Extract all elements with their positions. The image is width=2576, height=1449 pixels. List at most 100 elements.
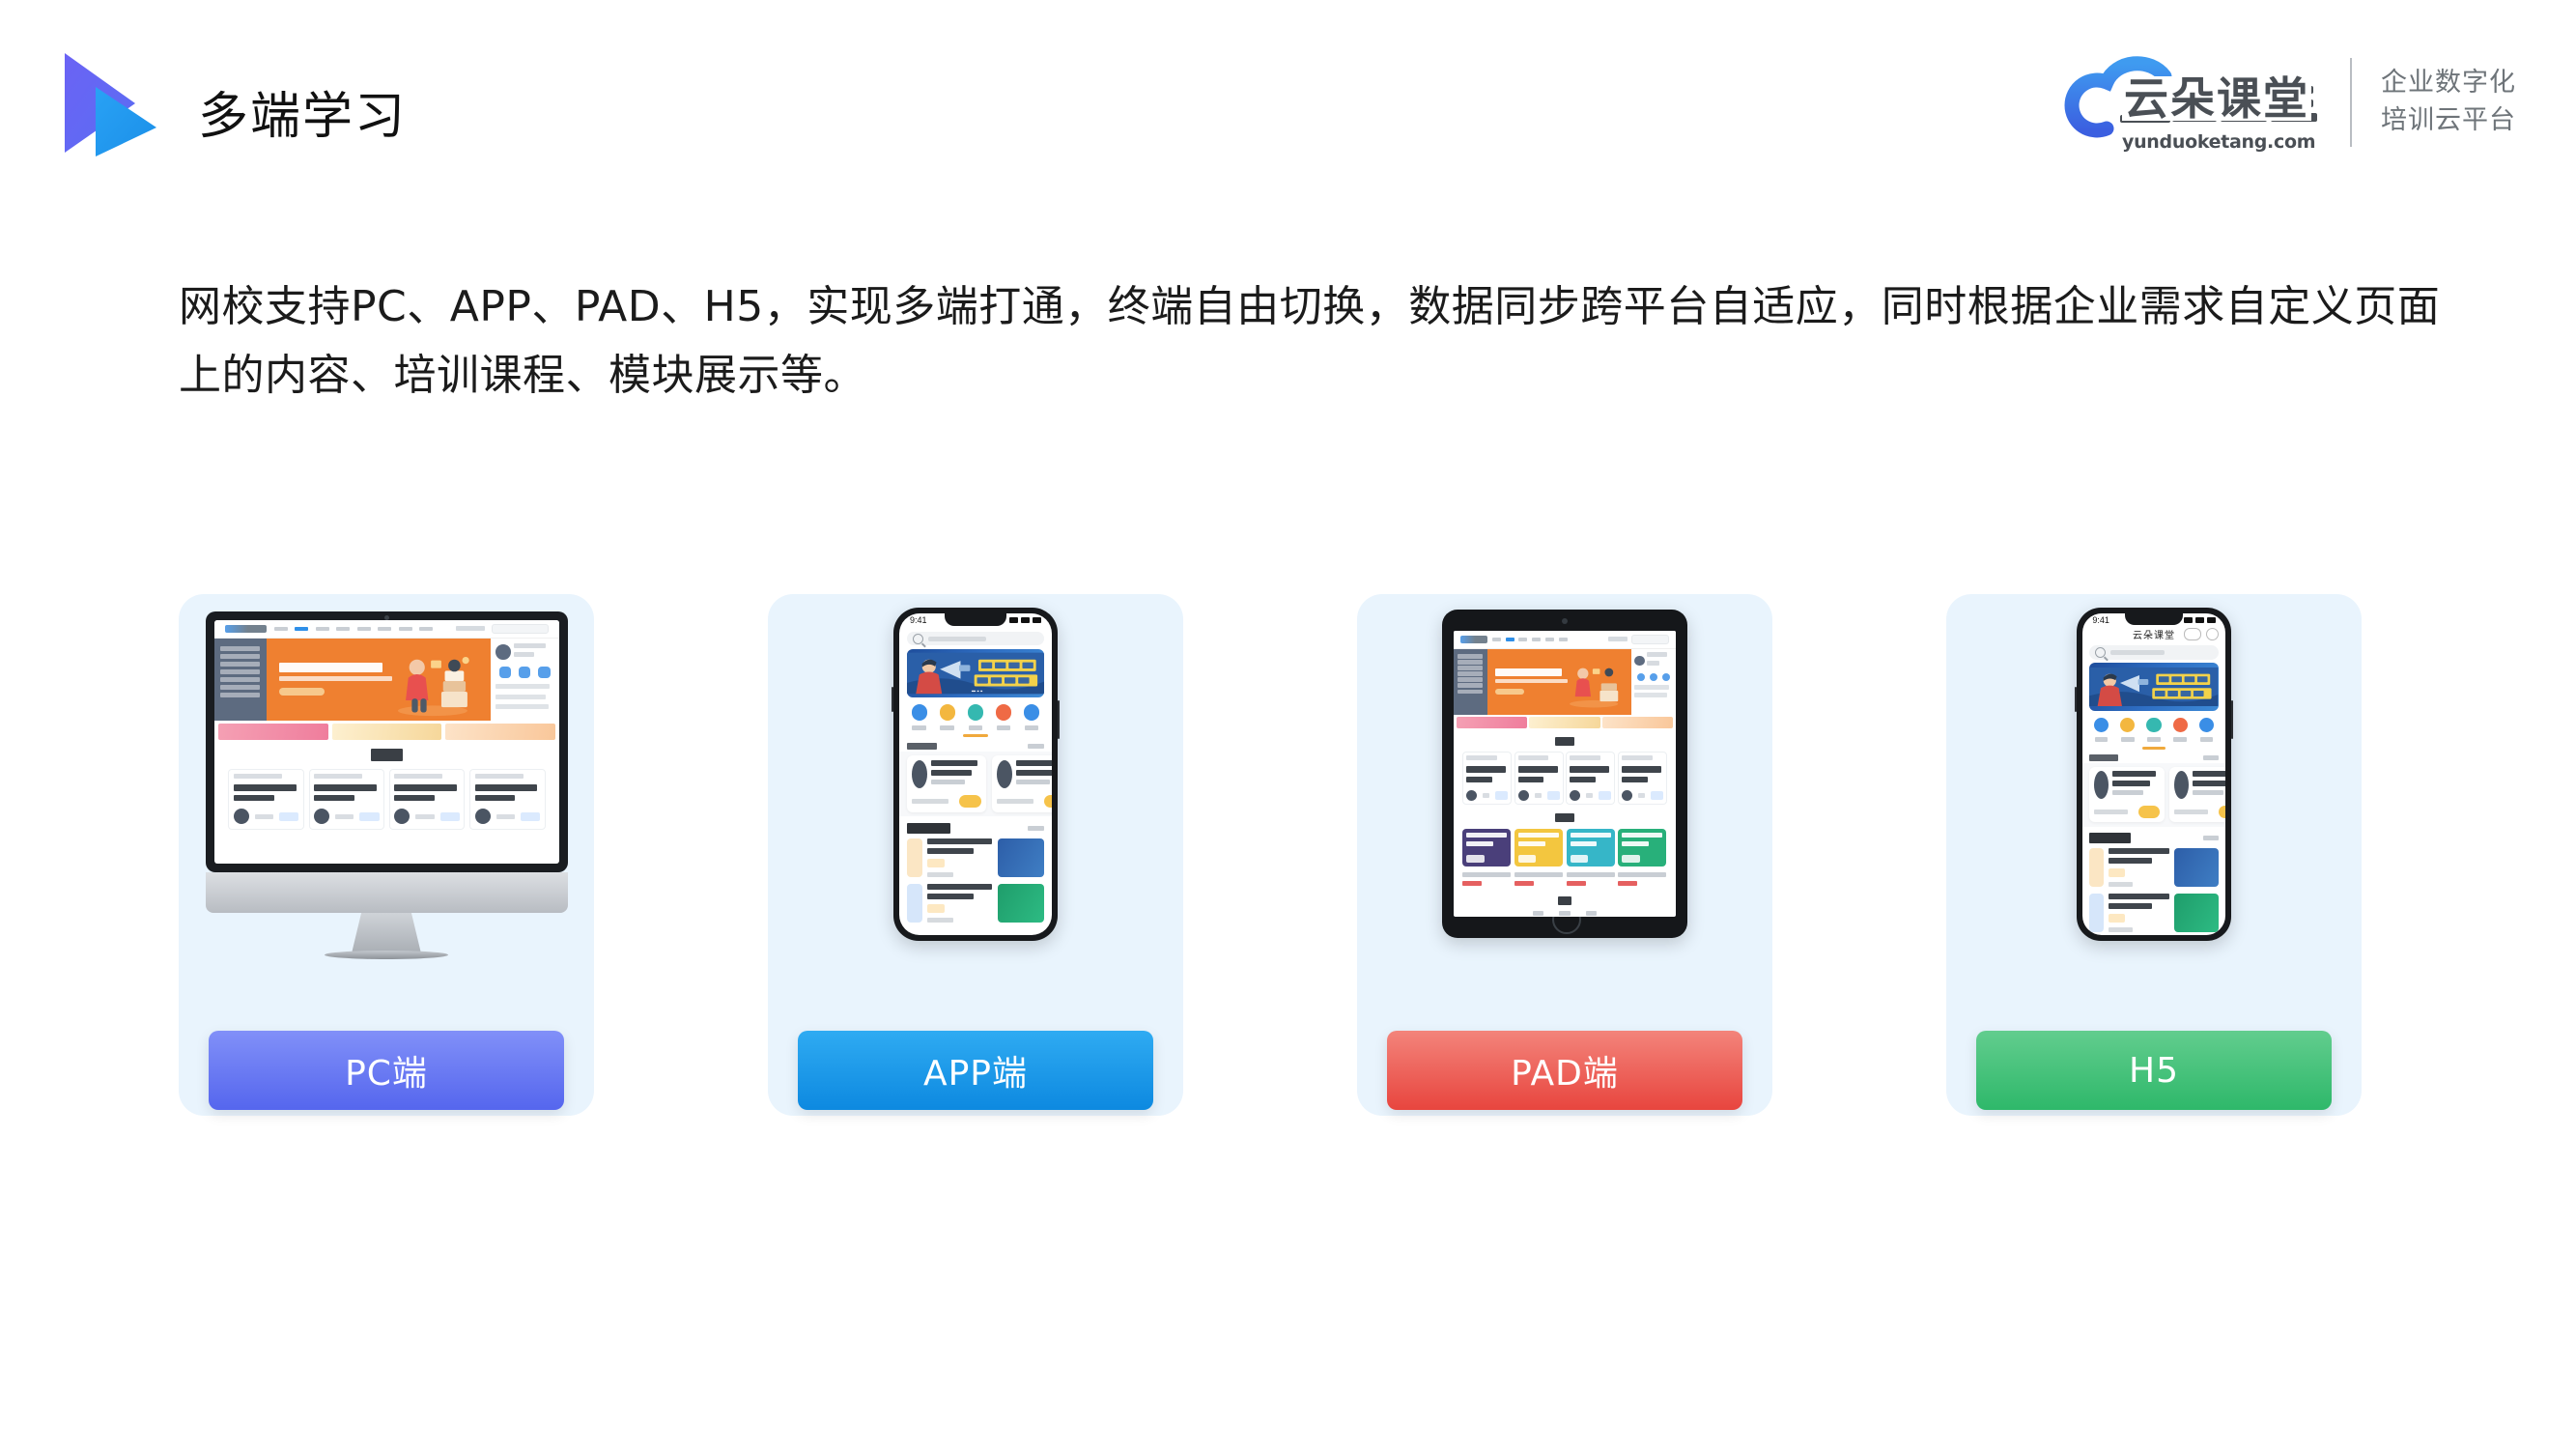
app-recommend-item[interactable]	[906, 838, 1045, 878]
h5-category-item[interactable]	[2169, 717, 2192, 743]
app-recommend-item[interactable]	[906, 884, 1045, 923]
h5-capsule-menu[interactable]	[2183, 627, 2219, 640]
pc-hero-banner[interactable]	[266, 638, 491, 722]
pc-course-list[interactable]	[214, 768, 559, 837]
card-h5[interactable]: 9:41 云朵课堂 H5	[1946, 594, 2362, 1116]
pc-quick-actions[interactable]	[495, 667, 554, 679]
h5-search-bar[interactable]	[2089, 645, 2219, 660]
pc-nav-item[interactable]	[356, 626, 371, 632]
pc-nav-download-app[interactable]	[455, 626, 485, 632]
app-open-course-card[interactable]	[906, 755, 987, 812]
pad-nav-item[interactable]	[1545, 637, 1555, 642]
pad-course-card[interactable]	[1514, 751, 1564, 805]
card-app[interactable]: 9:41 APP端	[768, 594, 1183, 1116]
phone-power-button[interactable]	[2231, 700, 2233, 739]
card-pc[interactable]: PC端	[179, 594, 594, 1116]
pad-tile[interactable]	[1618, 828, 1667, 886]
pc-hero-subtitle	[279, 676, 392, 682]
pad-nav-item-active[interactable]	[1505, 637, 1514, 642]
app-category-item[interactable]	[936, 704, 960, 730]
pc-category-sidebar[interactable]	[214, 638, 267, 722]
pad-category-sidebar[interactable]	[1454, 648, 1487, 715]
pc-course-card[interactable]	[228, 768, 304, 830]
pad-nav-download-app[interactable]	[1608, 637, 1628, 642]
card-pad[interactable]: PAD端	[1357, 594, 1772, 1116]
h5-category-item[interactable]	[2195, 717, 2218, 743]
card-label-pc[interactable]: PC端	[209, 1031, 564, 1110]
pc-promo-banner[interactable]	[444, 724, 555, 741]
card-label-pad[interactable]: PAD端	[1387, 1031, 1742, 1110]
card-label-h5[interactable]: H5	[1976, 1031, 2332, 1110]
pc-nav-item[interactable]	[336, 626, 351, 632]
app-category-item[interactable]	[907, 704, 931, 730]
pc-promo-banner[interactable]	[331, 724, 442, 741]
more-icon[interactable]	[2183, 627, 2201, 640]
pc-search-input[interactable]	[492, 623, 550, 634]
pc-course-card[interactable]	[469, 768, 546, 830]
pc-nav-item[interactable]	[378, 626, 392, 632]
h5-category-item[interactable]	[2116, 717, 2138, 743]
pad-tile[interactable]	[1462, 828, 1512, 886]
pc-nav-item[interactable]	[398, 626, 412, 632]
pad-tile[interactable]	[1566, 828, 1615, 886]
pc-nav-item[interactable]	[273, 626, 288, 632]
h5-recommend-item[interactable]	[2089, 847, 2219, 887]
pad-course-card[interactable]	[1462, 751, 1512, 805]
h5-recommend-section[interactable]	[2082, 827, 2225, 932]
pc-nav-item[interactable]	[315, 626, 329, 632]
app-hero-banner[interactable]	[906, 649, 1045, 698]
pad-course-card[interactable]	[1566, 751, 1616, 805]
phone-power-button[interactable]	[1058, 700, 1060, 739]
pad-promo-row[interactable]	[1454, 715, 1676, 730]
pad-course-card[interactable]	[1618, 751, 1667, 805]
h5-hero-banner[interactable]	[2089, 663, 2219, 712]
pad-user-panel[interactable]	[1631, 648, 1676, 715]
h5-open-course-card[interactable]	[2089, 766, 2165, 823]
pad-nav-item[interactable]	[1518, 637, 1528, 642]
pad-promo-banner[interactable]	[1601, 716, 1674, 729]
pc-hero-cta[interactable]	[279, 688, 325, 696]
pad-quick-actions[interactable]	[1634, 673, 1672, 681]
pad-news-list[interactable]	[1634, 684, 1672, 698]
h5-category-item[interactable]	[2090, 717, 2112, 743]
pc-user-panel[interactable]	[490, 638, 559, 722]
app-search-bar[interactable]	[906, 631, 1045, 646]
pad-nav-item[interactable]	[1558, 637, 1568, 642]
app-category-item[interactable]	[1020, 704, 1044, 730]
phone-volume-button[interactable]	[2075, 687, 2077, 712]
pad-nav-item[interactable]	[1491, 637, 1501, 642]
h5-recommend-item[interactable]	[2089, 893, 2219, 932]
app-category-item[interactable]	[964, 704, 988, 730]
pc-promo-row[interactable]	[214, 721, 559, 743]
app-open-course-list[interactable]	[899, 752, 1052, 817]
app-category-row[interactable]	[899, 697, 1052, 732]
pc-nav-item-active[interactable]	[295, 626, 309, 632]
pad-hero-banner[interactable]	[1486, 648, 1631, 715]
app-open-course-card[interactable]	[992, 755, 1052, 812]
pad-nav-item[interactable]	[1532, 637, 1542, 642]
pad-search-input[interactable]	[1631, 634, 1670, 644]
pc-promo-banner[interactable]	[218, 724, 329, 741]
pad-open-course-list[interactable]	[1454, 751, 1676, 808]
pad-promo-banner[interactable]	[1456, 716, 1528, 729]
pad-course-tabs[interactable]	[1454, 910, 1676, 917]
pc-course-card[interactable]	[388, 768, 466, 830]
pc-course-card[interactable]	[308, 768, 385, 830]
pad-hero-cta[interactable]	[1495, 688, 1525, 695]
h5-category-row[interactable]	[2082, 711, 2225, 744]
pc-nav-item[interactable]	[418, 626, 434, 632]
phone-volume-button[interactable]	[892, 687, 893, 712]
h5-open-course-list[interactable]	[2082, 763, 2225, 827]
pc-nav[interactable]	[214, 620, 559, 639]
pad-promo-banner[interactable]	[1529, 716, 1600, 729]
pad-tile[interactable]	[1514, 828, 1563, 886]
pc-news-list[interactable]	[495, 684, 554, 710]
h5-category-item[interactable]	[2142, 717, 2165, 743]
pad-nav[interactable]	[1454, 631, 1676, 649]
app-recommend-section[interactable]	[899, 816, 1052, 923]
app-category-item[interactable]	[992, 704, 1016, 730]
card-label-app[interactable]: APP端	[798, 1031, 1153, 1110]
pad-recommend-grid[interactable]	[1454, 828, 1676, 891]
close-circle-icon[interactable]	[2205, 627, 2219, 640]
h5-open-course-card[interactable]	[2168, 766, 2225, 823]
